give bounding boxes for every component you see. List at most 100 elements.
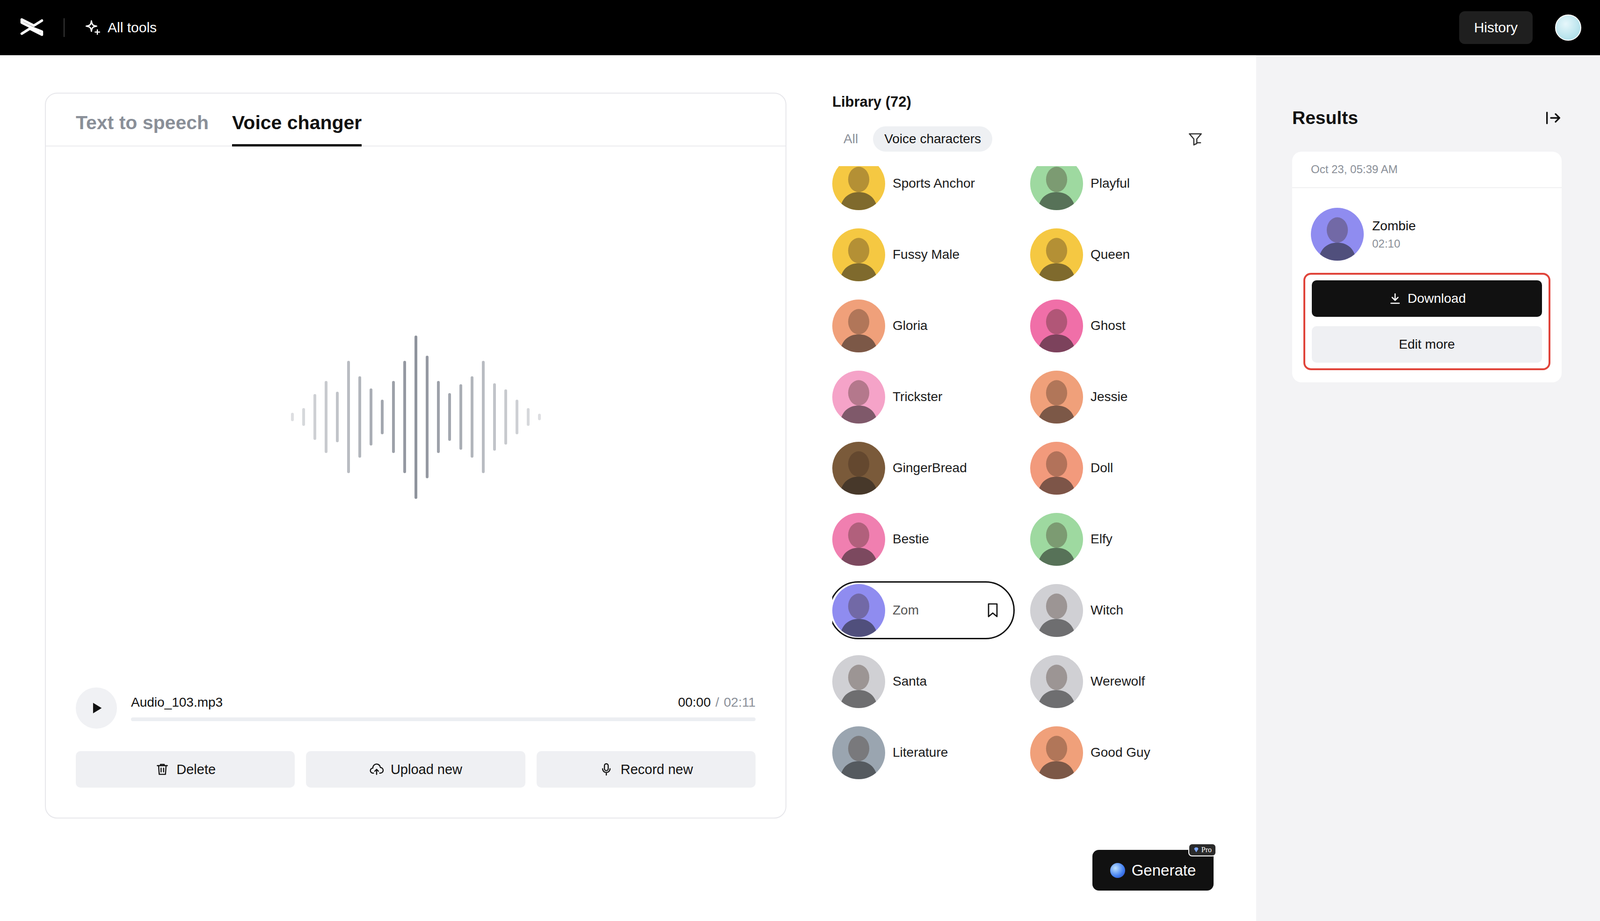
portrait-icon (832, 370, 886, 424)
portrait-icon (832, 299, 886, 353)
file-name: Audio_103.mp3 (130, 694, 223, 710)
character-item[interactable]: Fussy Male (832, 228, 1031, 282)
waveform-bar (324, 380, 328, 453)
character-item[interactable]: Jessie (1030, 370, 1214, 424)
waveform-bar (481, 360, 485, 474)
library-title: Library (72) (832, 93, 1214, 111)
character-name: Literature (892, 744, 948, 760)
waveform-bar (448, 392, 451, 441)
bookmark-icon[interactable] (984, 601, 1002, 619)
divider (63, 18, 65, 37)
character-avatar (832, 299, 886, 353)
tab[interactable]: Text to speech (75, 111, 209, 147)
tab[interactable]: Voice changer (232, 111, 362, 147)
character-item[interactable]: Literature (832, 726, 1031, 779)
character-avatar (1030, 583, 1084, 637)
character-name: Jessie (1090, 389, 1128, 405)
portrait-icon (1030, 299, 1084, 353)
action-label: Delete (176, 761, 216, 778)
pro-badge: Pro (1188, 843, 1217, 857)
waveform-bar (313, 393, 317, 440)
portrait-icon (832, 512, 886, 566)
app: All tools History Text to speech Voice chan… (0, 0, 1600, 921)
action-button[interactable]: Upload new (305, 750, 525, 788)
diamond-icon (1192, 846, 1200, 853)
result-date: Oct 23, 05:39 AM (1292, 151, 1562, 189)
filter-bar: AllVoice characters (832, 126, 1214, 152)
generate-label: Generate (1131, 861, 1197, 880)
character-name: Sports Anchor (892, 175, 975, 191)
character-item[interactable]: Bestie (832, 512, 1031, 566)
filter-chip[interactable]: All (832, 126, 870, 152)
duration: 02:11 (723, 694, 756, 710)
result-action-button[interactable]: Download (1311, 280, 1542, 317)
character-item[interactable]: Zom (832, 581, 1015, 640)
character-name: Queen (1090, 247, 1130, 262)
character-avatar (1030, 441, 1084, 495)
character-item[interactable]: Witch (1030, 583, 1214, 637)
progress-track[interactable] (130, 717, 756, 721)
history-button[interactable]: History (1459, 11, 1533, 44)
portrait-icon (1030, 654, 1084, 708)
filter-chip[interactable]: Voice characters (872, 126, 993, 152)
character-avatar (1030, 370, 1084, 424)
result-action-button[interactable]: Edit more (1311, 326, 1542, 363)
capcut-logo-icon[interactable] (18, 14, 45, 41)
voice-library: Library (72) AllVoice characters Sports An… (832, 92, 1214, 921)
character-item[interactable]: Elfy (1030, 512, 1214, 566)
all-tools-menu[interactable]: All tools (83, 18, 157, 37)
play-button[interactable] (75, 687, 117, 729)
filter-icon[interactable] (1186, 130, 1205, 148)
character-item[interactable]: Santa (832, 654, 1031, 708)
audio-player: Audio_103.mp300:00/02:11 (45, 687, 786, 729)
character-item[interactable]: Trickster (832, 370, 1031, 424)
character-name: Ghost (1090, 318, 1126, 334)
collapse-icon[interactable] (1543, 108, 1563, 128)
waveform-bar (526, 407, 530, 426)
character-name: Bestie (892, 531, 930, 547)
character-name: Santa (892, 673, 927, 689)
action-buttons: Delete Upload new Record new (45, 728, 786, 818)
character-avatar (832, 512, 886, 566)
character-avatar (1030, 166, 1084, 211)
character-avatar (1030, 726, 1084, 779)
cloud-upload-icon (369, 761, 385, 777)
current-time: 00:00 (677, 694, 711, 710)
user-avatar[interactable] (1555, 14, 1582, 41)
character-item[interactable]: Sports Anchor (832, 166, 1031, 211)
character-item[interactable]: Gloria (832, 299, 1031, 353)
character-item[interactable]: Good Guy (1030, 726, 1214, 779)
waveform-bar (436, 380, 440, 453)
waveform-bar (403, 360, 407, 474)
character-grid: Sports Anchor Playful Fussy Male Queen Glori… (832, 166, 1214, 787)
character-item[interactable]: Playful (1030, 166, 1214, 211)
character-item[interactable]: GingerBread (832, 441, 1031, 495)
character-list: Sports Anchor Playful Fussy Male Queen Glori… (832, 166, 1214, 787)
tab-bar: Text to speech Voice changer (45, 93, 786, 147)
character-item[interactable]: Werewolf (1030, 654, 1214, 708)
character-item[interactable]: Queen (1030, 228, 1214, 282)
result-action-label: Edit more (1398, 336, 1455, 352)
generate-button[interactable]: GeneratePro (1092, 849, 1214, 891)
portrait-icon (1030, 166, 1084, 211)
character-item[interactable]: Doll (1030, 441, 1214, 495)
character-avatar (832, 726, 886, 779)
portrait-icon (1030, 512, 1084, 566)
character-item[interactable]: Ghost (1030, 299, 1214, 353)
result-meta: Zombie02:10 (1372, 218, 1416, 251)
character-name: Fussy Male (892, 247, 960, 262)
waveform-bar (369, 388, 373, 446)
waveform-bar (515, 399, 519, 434)
action-button[interactable]: Record new (536, 750, 756, 788)
sparkle-icon (83, 18, 102, 37)
character-avatar (1030, 299, 1084, 353)
waveform-bar (290, 412, 294, 421)
result-action-label: Download (1407, 290, 1467, 306)
waveform-bar (504, 389, 508, 445)
action-button[interactable]: Delete (75, 750, 295, 788)
character-avatar (832, 166, 886, 211)
character-avatar (832, 654, 886, 708)
results-header: Results (1292, 107, 1562, 129)
result-duration: 02:10 (1372, 237, 1416, 251)
results-panel: Results Oct 23, 05:39 AM Zombie02:10 Downlo… (1256, 55, 1600, 921)
